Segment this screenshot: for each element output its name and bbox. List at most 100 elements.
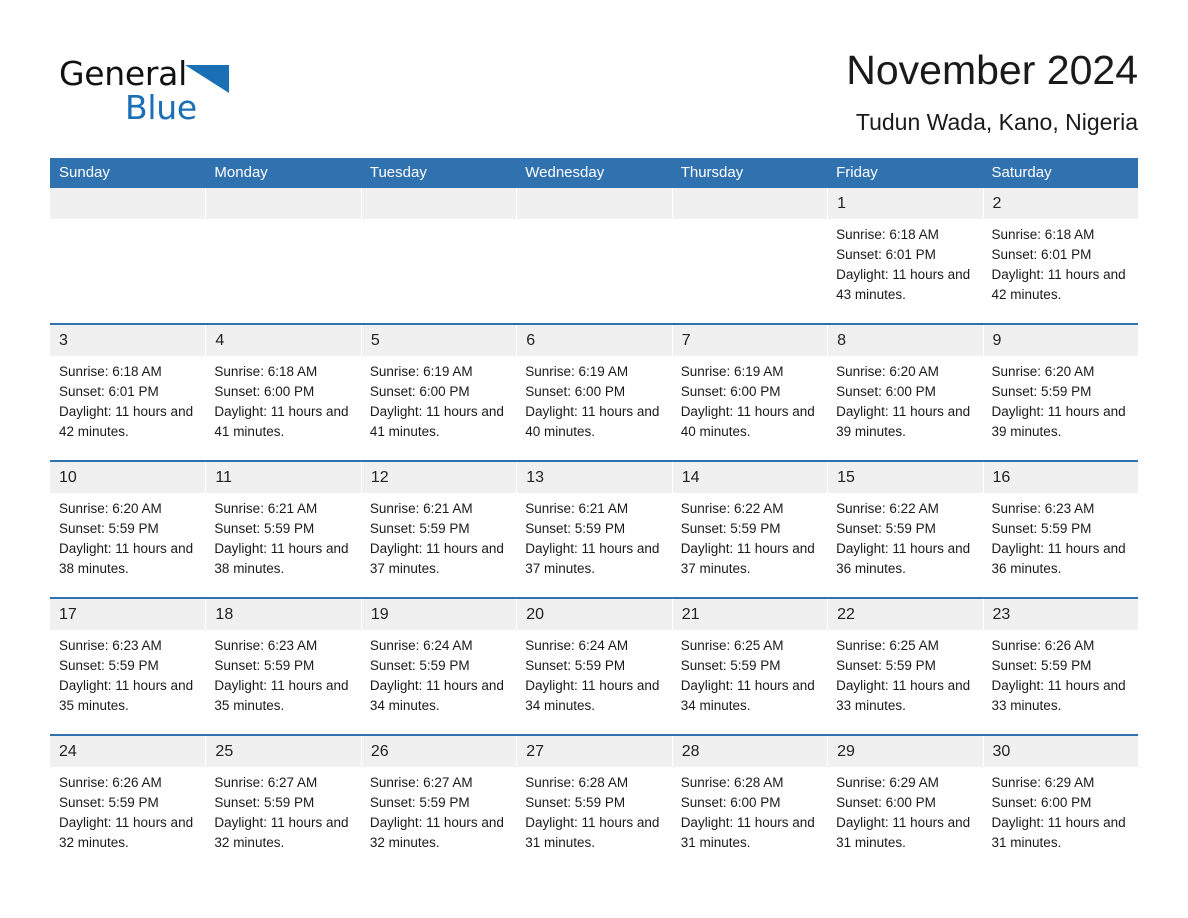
day-number: 20 <box>516 599 672 630</box>
day-cell[interactable]: 3 Sunrise: 6:18 AM Sunset: 6:01 PM Daylight… <box>50 325 206 460</box>
day-cell[interactable]: 24 Sunrise: 6:26 AM Sunset: 5:59 PM Dayligh… <box>50 736 206 871</box>
day-cell[interactable]: 6 Sunrise: 6:19 AM Sunset: 6:00 PM Daylight… <box>516 325 672 460</box>
daylight-text: Daylight: 11 hours and 31 minutes. <box>680 815 815 850</box>
day-number: 22 <box>827 599 983 630</box>
sunset-text: Sunset: 5:59 PM <box>214 521 315 536</box>
sunset-text: Sunset: 6:00 PM <box>991 795 1092 810</box>
day-number: 7 <box>671 325 828 356</box>
sunrise-text: Sunrise: 6:23 AM <box>59 638 162 653</box>
daylight-text: Daylight: 11 hours and 35 minutes. <box>59 678 194 713</box>
day-cell[interactable]: 16 Sunrise: 6:23 AM Sunset: 5:59 PM Dayligh… <box>982 462 1138 597</box>
day-number: 3 <box>50 325 206 356</box>
day-details: Sunrise: 6:21 AM Sunset: 5:59 PM Daylight:… <box>516 493 671 597</box>
day-cell[interactable]: 17 Sunrise: 6:23 AM Sunset: 5:59 PM Dayligh… <box>50 599 206 734</box>
sunset-text: Sunset: 5:59 PM <box>59 521 159 536</box>
day-cell[interactable]: 26 Sunrise: 6:27 AM Sunset: 5:59 PM Dayligh… <box>360 736 517 871</box>
daylight-text: Daylight: 11 hours and 38 minutes. <box>214 541 349 576</box>
calendar-week-row: 3 Sunrise: 6:18 AM Sunset: 6:01 PM Daylight… <box>50 323 1138 460</box>
day-cell[interactable]: 27 Sunrise: 6:28 AM Sunset: 5:59 PM Dayligh… <box>516 736 672 871</box>
day-cell[interactable]: 15 Sunrise: 6:22 AM Sunset: 5:59 PM Dayligh… <box>827 462 983 597</box>
day-cell[interactable]: 20 Sunrise: 6:24 AM Sunset: 5:59 PM Dayligh… <box>516 599 672 734</box>
general-blue-logo[interactable]: General Blue <box>59 54 319 134</box>
daylight-text: Daylight: 11 hours and 35 minutes. <box>214 678 349 713</box>
daylight-text: Daylight: 11 hours and 42 minutes. <box>991 267 1126 302</box>
sunset-text: Sunset: 6:00 PM <box>836 384 936 399</box>
day-cell[interactable]: 23 Sunrise: 6:26 AM Sunset: 5:59 PM Dayligh… <box>982 599 1138 734</box>
triangle-icon <box>184 65 229 94</box>
day-number: 28 <box>671 736 828 767</box>
sunrise-text: Sunrise: 6:29 AM <box>991 775 1095 790</box>
sunrise-text: Sunrise: 6:27 AM <box>369 775 473 790</box>
calendar-week-row: 17 Sunrise: 6:23 AM Sunset: 5:59 PM Dayligh… <box>50 597 1138 734</box>
day-details: Sunrise: 6:25 AM Sunset: 5:59 PM Daylight:… <box>827 630 982 734</box>
day-number: 15 <box>827 462 983 493</box>
day-number: 10 <box>50 462 206 493</box>
daylight-text: Daylight: 11 hours and 32 minutes. <box>214 815 349 850</box>
day-number: 30 <box>982 736 1138 767</box>
day-cell[interactable]: 8 Sunrise: 6:20 AM Sunset: 6:00 PM Daylight… <box>827 325 983 460</box>
day-details: Sunrise: 6:23 AM Sunset: 5:59 PM Daylight:… <box>983 493 1138 597</box>
calendar-weeks: 1 Sunrise: 6:18 AM Sunset: 6:01 PM Daylight… <box>50 188 1138 871</box>
day-details: Sunrise: 6:25 AM Sunset: 5:59 PM Daylight:… <box>672 630 827 734</box>
daylight-text: Daylight: 11 hours and 40 minutes. <box>525 404 660 439</box>
sunrise-text: Sunrise: 6:22 AM <box>836 501 939 516</box>
sunrise-text: Sunrise: 6:23 AM <box>214 638 318 653</box>
day-cell[interactable]: 14 Sunrise: 6:22 AM Sunset: 5:59 PM Dayligh… <box>671 462 828 597</box>
day-cell[interactable]: 22 Sunrise: 6:25 AM Sunset: 5:59 PM Dayligh… <box>827 599 983 734</box>
day-cell[interactable]: 13 Sunrise: 6:21 AM Sunset: 5:59 PM Dayligh… <box>516 462 672 597</box>
day-cell[interactable]: 19 Sunrise: 6:24 AM Sunset: 5:59 PM Dayligh… <box>360 599 517 734</box>
daylight-text: Daylight: 11 hours and 31 minutes. <box>991 815 1126 850</box>
day-cell[interactable]: 12 Sunrise: 6:21 AM Sunset: 5:59 PM Dayligh… <box>360 462 517 597</box>
sunset-text: Sunset: 5:59 PM <box>991 521 1092 536</box>
day-number: 4 <box>205 325 361 356</box>
day-number <box>671 188 828 219</box>
sunset-text: Sunset: 5:59 PM <box>369 521 470 536</box>
sunset-text: Sunset: 6:01 PM <box>59 384 159 399</box>
sunset-text: Sunset: 5:59 PM <box>214 795 315 810</box>
day-details: Sunrise: 6:29 AM Sunset: 6:00 PM Daylight:… <box>983 767 1138 871</box>
sunset-text: Sunset: 6:01 PM <box>991 247 1092 262</box>
sunrise-text: Sunrise: 6:25 AM <box>836 638 939 653</box>
day-number: 18 <box>205 599 361 630</box>
day-cell[interactable]: 25 Sunrise: 6:27 AM Sunset: 5:59 PM Dayligh… <box>205 736 361 871</box>
day-cell[interactable]: 1 Sunrise: 6:18 AM Sunset: 6:01 PM Daylight… <box>827 188 983 323</box>
sunset-text: Sunset: 5:59 PM <box>680 658 781 673</box>
day-cell[interactable]: 11 Sunrise: 6:21 AM Sunset: 5:59 PM Dayligh… <box>205 462 361 597</box>
day-cell[interactable]: 10 Sunrise: 6:20 AM Sunset: 5:59 PM Dayligh… <box>50 462 206 597</box>
day-cell[interactable]: 29 Sunrise: 6:29 AM Sunset: 6:00 PM Dayligh… <box>827 736 983 871</box>
location-subtitle: Tudun Wada, Kano, Nigeria <box>855 109 1138 135</box>
sunset-text: Sunset: 5:59 PM <box>991 658 1092 673</box>
daylight-text: Daylight: 11 hours and 34 minutes. <box>680 678 815 713</box>
day-number: 12 <box>360 462 517 493</box>
day-cell[interactable]: 21 Sunrise: 6:25 AM Sunset: 5:59 PM Dayligh… <box>671 599 828 734</box>
sunrise-text: Sunrise: 6:21 AM <box>214 501 318 516</box>
weekday-header-sunday: Sunday <box>59 164 110 181</box>
logo-top-row: General <box>59 54 319 94</box>
day-cell[interactable]: 18 Sunrise: 6:23 AM Sunset: 5:59 PM Dayligh… <box>205 599 361 734</box>
sunset-text: Sunset: 5:59 PM <box>525 658 626 673</box>
daylight-text: Daylight: 11 hours and 34 minutes. <box>525 678 660 713</box>
sunset-text: Sunset: 5:59 PM <box>369 795 470 810</box>
sunset-text: Sunset: 5:59 PM <box>59 795 159 810</box>
day-details: Sunrise: 6:27 AM Sunset: 5:59 PM Daylight:… <box>205 767 360 871</box>
day-cell[interactable]: 30 Sunrise: 6:29 AM Sunset: 6:00 PM Dayligh… <box>982 736 1138 871</box>
day-number: 1 <box>827 188 983 219</box>
day-details: Sunrise: 6:18 AM Sunset: 6:01 PM Daylight:… <box>827 219 982 323</box>
day-cell[interactable]: 4 Sunrise: 6:18 AM Sunset: 6:00 PM Daylight… <box>205 325 361 460</box>
calendar-page: General Blue November 2024 Tudun Wada, K… <box>0 0 1188 918</box>
logo-word-general: General <box>59 54 187 93</box>
sunrise-text: Sunrise: 6:25 AM <box>680 638 784 653</box>
sunrise-text: Sunrise: 6:18 AM <box>991 227 1095 242</box>
day-number: 8 <box>827 325 983 356</box>
day-cell[interactable]: 28 Sunrise: 6:28 AM Sunset: 6:00 PM Dayligh… <box>671 736 828 871</box>
day-cell[interactable]: 2 Sunrise: 6:18 AM Sunset: 6:01 PM Daylight… <box>982 188 1138 323</box>
weekday-header-monday: Monday <box>214 164 268 181</box>
daylight-text: Daylight: 11 hours and 36 minutes. <box>991 541 1126 576</box>
day-cell[interactable]: 9 Sunrise: 6:20 AM Sunset: 5:59 PM Daylight… <box>982 325 1138 460</box>
weekday-header-friday: Friday <box>836 164 878 181</box>
day-number <box>516 188 672 219</box>
day-cell[interactable]: 7 Sunrise: 6:19 AM Sunset: 6:00 PM Daylight… <box>671 325 828 460</box>
day-number: 16 <box>982 462 1138 493</box>
day-cell[interactable]: 5 Sunrise: 6:19 AM Sunset: 6:00 PM Daylight… <box>360 325 517 460</box>
daylight-text: Daylight: 11 hours and 38 minutes. <box>59 541 194 576</box>
